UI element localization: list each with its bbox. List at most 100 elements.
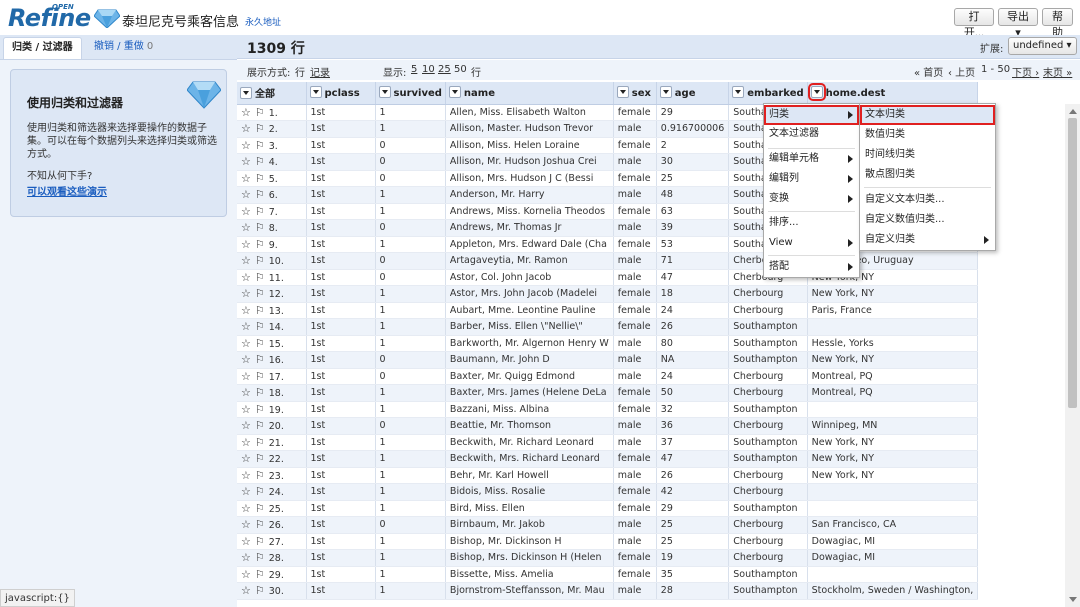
- scroll-down-icon[interactable]: [1069, 597, 1077, 602]
- cell-name[interactable]: Barkworth, Mr. Algernon Henry W: [445, 335, 614, 352]
- cell-survived[interactable]: 0: [375, 417, 446, 435]
- cell-embarked[interactable]: Cherbourg: [728, 285, 808, 303]
- cell-survived[interactable]: 1: [375, 533, 446, 550]
- column-menu-all-button[interactable]: [240, 87, 252, 100]
- cell-age[interactable]: 29: [656, 104, 730, 121]
- openrefine-logo[interactable]: Refine OPEN: [8, 2, 120, 32]
- table-row[interactable]: ☆⚐13. 1st 1 Aubart, Mme. Leontine Pauline fe…: [237, 302, 979, 319]
- cell-embarked[interactable]: Southampton: [728, 434, 808, 451]
- star-icon[interactable]: ☆: [241, 485, 255, 498]
- cell-survived[interactable]: 1: [375, 318, 446, 336]
- table-row[interactable]: ☆⚐12. 1st 1 Astor, Mrs. John Jacob (Madelei…: [237, 285, 979, 303]
- cell-name[interactable]: Anderson, Mr. Harry: [445, 186, 614, 204]
- cell-pclass[interactable]: 1st: [306, 335, 376, 352]
- star-icon[interactable]: ☆: [241, 469, 255, 482]
- cell-survived[interactable]: 1: [375, 104, 446, 121]
- cell-pclass[interactable]: 1st: [306, 467, 376, 484]
- star-icon[interactable]: ☆: [241, 205, 255, 218]
- cell-age[interactable]: 71: [656, 252, 730, 270]
- star-icon[interactable]: ☆: [241, 518, 255, 531]
- cell-embarked[interactable]: Southampton: [728, 450, 808, 468]
- cell-home-dest[interactable]: Winnipeg, MN: [807, 417, 979, 435]
- cell-name[interactable]: Bidois, Miss. Rosalie: [445, 483, 614, 501]
- cell-survived[interactable]: 0: [375, 351, 446, 369]
- cell-name[interactable]: Bird, Miss. Ellen: [445, 500, 614, 517]
- table-row[interactable]: ☆⚐26. 1st 0 Birnbaum, Mr. Jakob male 25 Cherbo…: [237, 516, 979, 534]
- cell-name[interactable]: Astor, Col. John Jacob: [445, 269, 614, 286]
- menu-item-reconcile[interactable]: 搭配: [764, 257, 859, 277]
- cell-pclass[interactable]: 1st: [306, 351, 376, 369]
- cell-name[interactable]: Bissette, Miss. Amelia: [445, 566, 614, 583]
- vertical-scrollbar[interactable]: [1065, 104, 1080, 607]
- menu-item-numeric-facet[interactable]: 数值归类: [860, 125, 995, 145]
- flag-icon[interactable]: ⚐: [255, 238, 269, 251]
- cell-survived[interactable]: 1: [375, 434, 446, 451]
- cell-name[interactable]: Artagaveytia, Mr. Ramon: [445, 252, 614, 270]
- open-button[interactable]: 打开...: [954, 8, 994, 39]
- cell-pclass[interactable]: 1st: [306, 450, 376, 468]
- cell-embarked[interactable]: Southampton: [728, 351, 808, 369]
- cell-age[interactable]: 2: [656, 137, 730, 154]
- column-header-embarked[interactable]: embarked: [728, 82, 808, 105]
- cell-pclass[interactable]: 1st: [306, 533, 376, 550]
- cell-embarked[interactable]: Cherbourg: [728, 467, 808, 484]
- cell-sex[interactable]: male: [613, 252, 657, 270]
- cell-pclass[interactable]: 1st: [306, 186, 376, 204]
- flag-icon[interactable]: ⚐: [255, 403, 269, 416]
- cell-pclass[interactable]: 1st: [306, 417, 376, 435]
- table-row[interactable]: ☆⚐15. 1st 1 Barkworth, Mr. Algernon Henry W…: [237, 335, 979, 352]
- flag-icon[interactable]: ⚐: [255, 106, 269, 119]
- cell-pclass[interactable]: 1st: [306, 516, 376, 534]
- cell-age[interactable]: 32: [656, 401, 730, 418]
- cell-pclass[interactable]: 1st: [306, 368, 376, 385]
- cell-home-dest[interactable]: Dowagiac, MI: [807, 549, 979, 567]
- cell-embarked[interactable]: Cherbourg: [728, 549, 808, 567]
- table-row[interactable]: ☆⚐25. 1st 1 Bird, Miss. Ellen female 29 Southa…: [237, 500, 979, 517]
- cell-name[interactable]: Baxter, Mr. Quigg Edmond: [445, 368, 614, 385]
- cell-home-dest[interactable]: New York, NY: [807, 285, 979, 303]
- flag-icon[interactable]: ⚐: [255, 370, 269, 383]
- table-row[interactable]: ☆⚐20. 1st 0 Beattie, Mr. Thomson male 36 Cherb…: [237, 417, 979, 435]
- column-header-home-dest[interactable]: home.dest: [807, 82, 979, 105]
- cell-name[interactable]: Barber, Miss. Ellen \"Nellie\": [445, 318, 614, 336]
- cell-home-dest[interactable]: [807, 401, 979, 418]
- cell-age[interactable]: 26: [656, 318, 730, 336]
- cell-survived[interactable]: 0: [375, 269, 446, 286]
- flag-icon[interactable]: ⚐: [255, 155, 269, 168]
- table-row[interactable]: ☆⚐17. 1st 0 Baxter, Mr. Quigg Edmond male 24 C…: [237, 368, 979, 385]
- menu-item-edit-cells[interactable]: 编辑单元格: [764, 149, 859, 169]
- column-header-sex[interactable]: sex: [613, 82, 657, 105]
- flag-icon[interactable]: ⚐: [255, 436, 269, 449]
- cell-age[interactable]: 36: [656, 417, 730, 435]
- cell-survived[interactable]: 1: [375, 384, 446, 402]
- scroll-up-icon[interactable]: [1069, 109, 1077, 114]
- table-row[interactable]: ☆⚐16. 1st 0 Baumann, Mr. John Dmale NA Southa…: [237, 351, 979, 369]
- menu-item-transpose[interactable]: 变换: [764, 189, 859, 209]
- star-icon[interactable]: ☆: [241, 436, 255, 449]
- star-icon[interactable]: ☆: [241, 304, 255, 317]
- cell-sex[interactable]: male: [613, 516, 657, 534]
- cell-sex[interactable]: male: [613, 219, 657, 237]
- cell-name[interactable]: Aubart, Mme. Leontine Pauline: [445, 302, 614, 319]
- cell-age[interactable]: 30: [656, 153, 730, 171]
- cell-name[interactable]: Behr, Mr. Karl Howell: [445, 467, 614, 484]
- cell-pclass[interactable]: 1st: [306, 384, 376, 402]
- cell-sex[interactable]: female: [613, 566, 657, 583]
- project-title[interactable]: 泰坦尼克号乘客信息: [122, 11, 239, 30]
- scrollbar-thumb[interactable]: [1068, 118, 1077, 408]
- cell-home-dest[interactable]: [807, 500, 979, 517]
- flag-icon[interactable]: ⚐: [255, 353, 269, 366]
- column-header-survived[interactable]: survived: [375, 82, 446, 105]
- cell-age[interactable]: 19: [656, 549, 730, 567]
- cell-embarked[interactable]: Cherbourg: [728, 533, 808, 550]
- cell-name[interactable]: Allison, Mr. Hudson Joshua Crei: [445, 153, 614, 171]
- flag-icon[interactable]: ⚐: [255, 254, 269, 267]
- flag-icon[interactable]: ⚐: [255, 271, 269, 284]
- star-icon[interactable]: ☆: [241, 452, 255, 465]
- cell-pclass[interactable]: 1st: [306, 203, 376, 220]
- cell-age[interactable]: 18: [656, 285, 730, 303]
- star-icon[interactable]: ☆: [241, 568, 255, 581]
- table-row[interactable]: ☆⚐30. 1st 1 Bjornstrom-Steffansson, Mr. Mau…: [237, 582, 979, 600]
- flag-icon[interactable]: ⚐: [255, 419, 269, 432]
- star-icon[interactable]: ☆: [241, 188, 255, 201]
